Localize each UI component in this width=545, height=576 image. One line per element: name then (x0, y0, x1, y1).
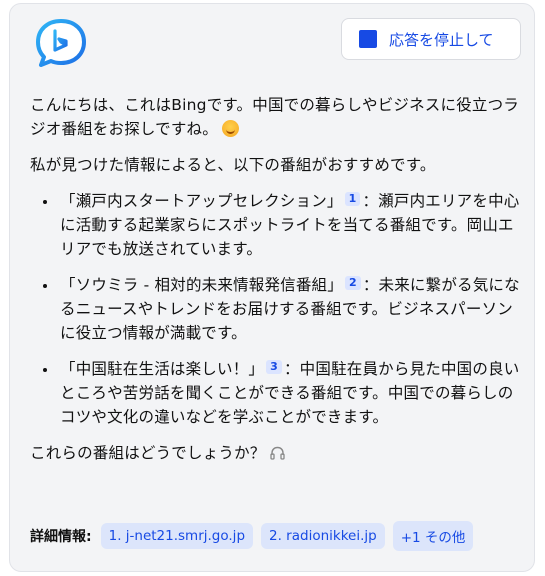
stop-square-icon (359, 30, 377, 48)
recommendation-list: 「瀬戸内スタートアップセレクション」1：瀬戸内エリアを中心に活動する起業家らにス… (30, 189, 520, 429)
lead-paragraph: 私が見つけた情報によると、以下の番組がおすすめです。 (30, 156, 436, 174)
citation-badge[interactable]: 2 (344, 276, 361, 290)
stop-button-label: 応答を停止して (389, 30, 494, 49)
smiling-face-icon (221, 120, 239, 137)
source-link-2[interactable]: 2. radionikkei.jp (261, 523, 385, 549)
citation-badge[interactable]: 3 (266, 360, 282, 374)
citation-badge[interactable]: 1 (344, 192, 361, 206)
intro-paragraph: こんにちは、これはBingです。中国での暮らしやビジネスに役立つラジオ番組をお探… (30, 93, 520, 141)
list-item: 「ソウミラ - 相対的未来情報発信番組」2：未来に繋がる気になるニュースやトレン… (58, 273, 520, 345)
bing-chat-logo-icon (32, 17, 90, 67)
item-title: 「中国駐在生活は楽しい！」 (60, 360, 265, 378)
item-title: 「瀬戸内スタートアップセレクション」 (60, 192, 343, 210)
closing-text: これらの番組はどうでしょうか？ (30, 444, 266, 462)
stop-responding-button[interactable]: 応答を停止して (341, 18, 521, 60)
message-body: こんにちは、これはBingです。中国での暮らしやビジネスに役立つラジオ番組をお探… (30, 93, 520, 477)
list-item: 「中国駐在生活は楽しい！」3：中国駐在員から見た中国の良いところや苦労話を聞くこ… (58, 357, 520, 429)
item-title: 「ソウミラ - 相対的未来情報発信番組」 (60, 276, 343, 294)
chat-response-card: 応答を停止して こんにちは、これはBingです。中国での暮らしやビジネスに役立つ… (9, 3, 535, 572)
learn-more-label: 詳細情報: (30, 529, 92, 545)
source-link-1[interactable]: 1. j-net21.smrj.go.jp (100, 523, 254, 549)
learn-more-footer: 詳細情報: 1. j-net21.smrj.go.jp 2. radionikk… (30, 521, 481, 551)
intro-text: こんにちは、これはBingです。中国での暮らしやビジネスに役立つラジオ番組をお探… (30, 96, 519, 138)
closing-paragraph: これらの番組はどうでしょうか？ (30, 441, 520, 465)
list-item: 「瀬戸内スタートアップセレクション」1：瀬戸内エリアを中心に活動する起業家らにス… (58, 189, 520, 261)
more-sources-link[interactable]: +1 その他 (392, 521, 474, 551)
headphones-icon (269, 443, 285, 460)
